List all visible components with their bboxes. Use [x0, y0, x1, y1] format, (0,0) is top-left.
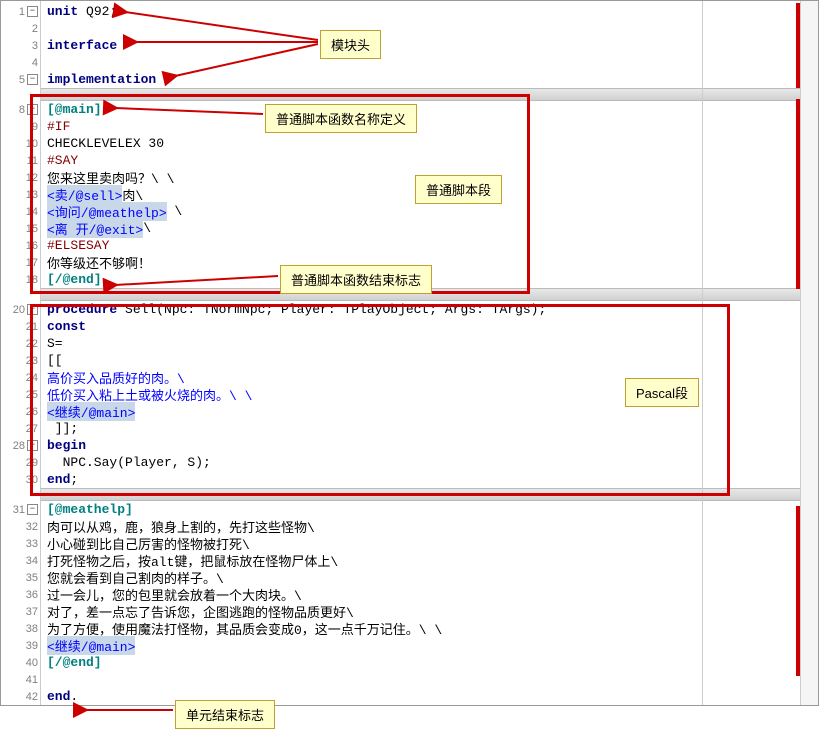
scrollbar[interactable]: [800, 1, 818, 705]
line-number: 26: [20, 406, 38, 418]
label-module-header: 模块头: [320, 30, 381, 59]
line-number: 20: [7, 304, 25, 316]
line-number: 17: [20, 257, 38, 269]
gutter: 1− 2 3 4 5− 8− 9 10 11 12 13 14 15 16 17…: [1, 1, 41, 705]
line-number: 14: [20, 206, 38, 218]
line-number: 1: [7, 6, 25, 18]
line-number: 3: [20, 40, 38, 52]
fold-toggle[interactable]: −: [27, 6, 38, 17]
line-number: 28: [7, 440, 25, 452]
label-func-end-marker: 普通脚本函数结束标志: [280, 265, 432, 294]
label-func-name-def: 普通脚本函数名称定义: [265, 104, 417, 133]
line-number: 23: [20, 355, 38, 367]
line-number: 18: [20, 274, 38, 286]
line-number: 22: [20, 338, 38, 350]
line-number: 32: [20, 521, 38, 533]
margin-line: [702, 1, 703, 705]
line-number: 37: [20, 606, 38, 618]
line-number: 16: [20, 240, 38, 252]
line-number: 2: [20, 23, 38, 35]
fold-toggle[interactable]: −: [27, 304, 38, 315]
line-number: 4: [20, 57, 38, 69]
line-number: 11: [20, 155, 38, 167]
line-number: 30: [20, 474, 38, 486]
change-marker: [796, 3, 800, 88]
line-number: 29: [20, 457, 38, 469]
line-number: 25: [20, 389, 38, 401]
line-number: 35: [20, 572, 38, 584]
change-marker: [796, 99, 800, 289]
code-area[interactable]: unit Q92; interface implementation [@mai…: [41, 1, 818, 705]
line-number: 40: [20, 657, 38, 669]
line-number: 12: [20, 172, 38, 184]
line-number: 15: [20, 223, 38, 235]
line-number: 27: [20, 423, 38, 435]
label-unit-end-marker: 单元结束标志: [175, 700, 275, 729]
line-number: 24: [20, 372, 38, 384]
line-number: 34: [20, 555, 38, 567]
line-number: 39: [20, 640, 38, 652]
line-number: 13: [20, 189, 38, 201]
line-number: 42: [20, 691, 38, 703]
line-number: 9: [20, 121, 38, 133]
change-marker: [796, 506, 800, 676]
line-number: 38: [20, 623, 38, 635]
line-number: 41: [20, 674, 38, 686]
line-number: 8: [7, 104, 25, 116]
line-number: 21: [20, 321, 38, 333]
fold-toggle[interactable]: −: [27, 74, 38, 85]
label-pascal-section: Pascal段: [625, 378, 699, 407]
label-script-section: 普通脚本段: [415, 175, 502, 204]
fold-toggle[interactable]: −: [27, 104, 38, 115]
line-number: 10: [20, 138, 38, 150]
fold-toggle[interactable]: −: [27, 504, 38, 515]
fold-toggle[interactable]: −: [27, 440, 38, 451]
line-number: 33: [20, 538, 38, 550]
line-number: 5: [7, 74, 25, 86]
line-number: 36: [20, 589, 38, 601]
line-number: 31: [7, 504, 25, 516]
